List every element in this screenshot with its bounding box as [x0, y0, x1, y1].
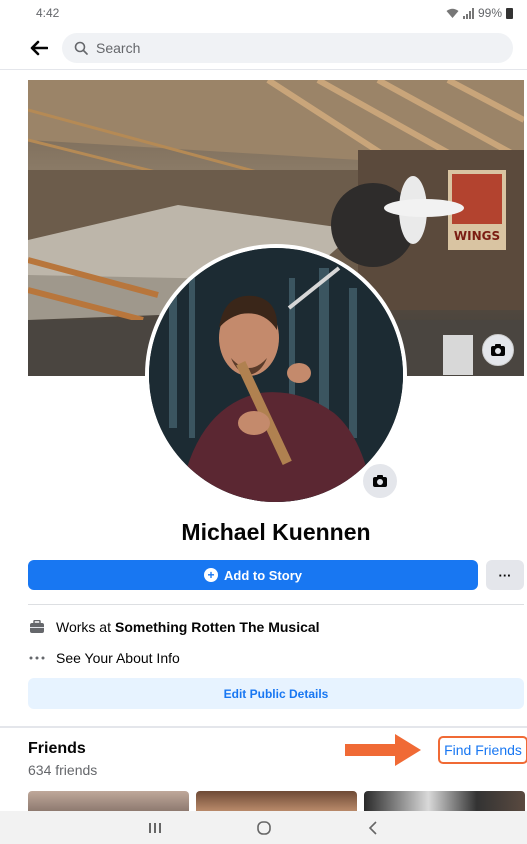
see-about-label: See Your About Info — [56, 650, 180, 666]
battery-percent: 99% — [477, 6, 502, 20]
arrow-left-icon — [30, 40, 48, 55]
signal-icon — [462, 7, 474, 19]
annotation-arrow — [345, 734, 421, 766]
search-icon — [74, 41, 88, 55]
find-friends-button[interactable]: Find Friends — [438, 736, 527, 764]
top-bar: Search — [0, 26, 527, 70]
friend-thumbnail[interactable] — [364, 791, 525, 811]
profile-camera-button[interactable] — [363, 464, 397, 498]
section-separator — [0, 726, 527, 728]
wifi-icon — [446, 8, 459, 18]
status-bar: 4:42 99% — [0, 0, 527, 26]
profile-picture[interactable] — [145, 244, 407, 506]
profile-photo-scene — [149, 248, 403, 502]
friends-title: Friends — [28, 740, 86, 757]
see-about-row[interactable]: See Your About Info — [28, 647, 180, 669]
friends-count: 634 friends — [28, 762, 98, 778]
edit-public-details-button[interactable]: Edit Public Details — [28, 678, 524, 709]
cover-camera-button[interactable] — [482, 334, 514, 366]
profile-actions: + Add to Story ··· — [28, 560, 524, 590]
home-icon[interactable] — [244, 820, 284, 835]
status-indicators: 99% — [446, 6, 513, 20]
plus-circle-icon: + — [204, 568, 218, 582]
battery-icon — [506, 7, 513, 19]
add-to-story-label: Add to Story — [224, 567, 302, 583]
profile-name: Michael Kuennen — [181, 519, 371, 545]
back-nav-icon[interactable] — [353, 820, 393, 835]
divider — [28, 604, 524, 605]
briefcase-icon — [28, 618, 46, 636]
recents-icon[interactable] — [135, 822, 175, 834]
status-time: 4:42 — [36, 6, 60, 20]
more-dots-icon — [28, 649, 46, 667]
search-placeholder: Search — [96, 39, 141, 56]
works-at-employer[interactable]: Something Rotten The Musical — [115, 619, 320, 635]
poster-text: WINGS — [454, 229, 500, 243]
system-nav-bar — [0, 811, 527, 844]
back-button[interactable] — [28, 37, 50, 59]
works-at-row: Works at Something Rotten The Musical — [28, 616, 320, 638]
search-input[interactable]: Search — [62, 32, 513, 63]
add-to-story-button[interactable]: + Add to Story — [28, 560, 478, 590]
friend-thumbnail[interactable] — [28, 791, 189, 811]
camera-icon — [491, 344, 505, 356]
works-at-label: Works at — [56, 619, 111, 635]
more-options-button[interactable]: ··· — [486, 560, 524, 590]
friend-thumbnail[interactable] — [196, 791, 357, 811]
camera-icon — [373, 475, 387, 487]
